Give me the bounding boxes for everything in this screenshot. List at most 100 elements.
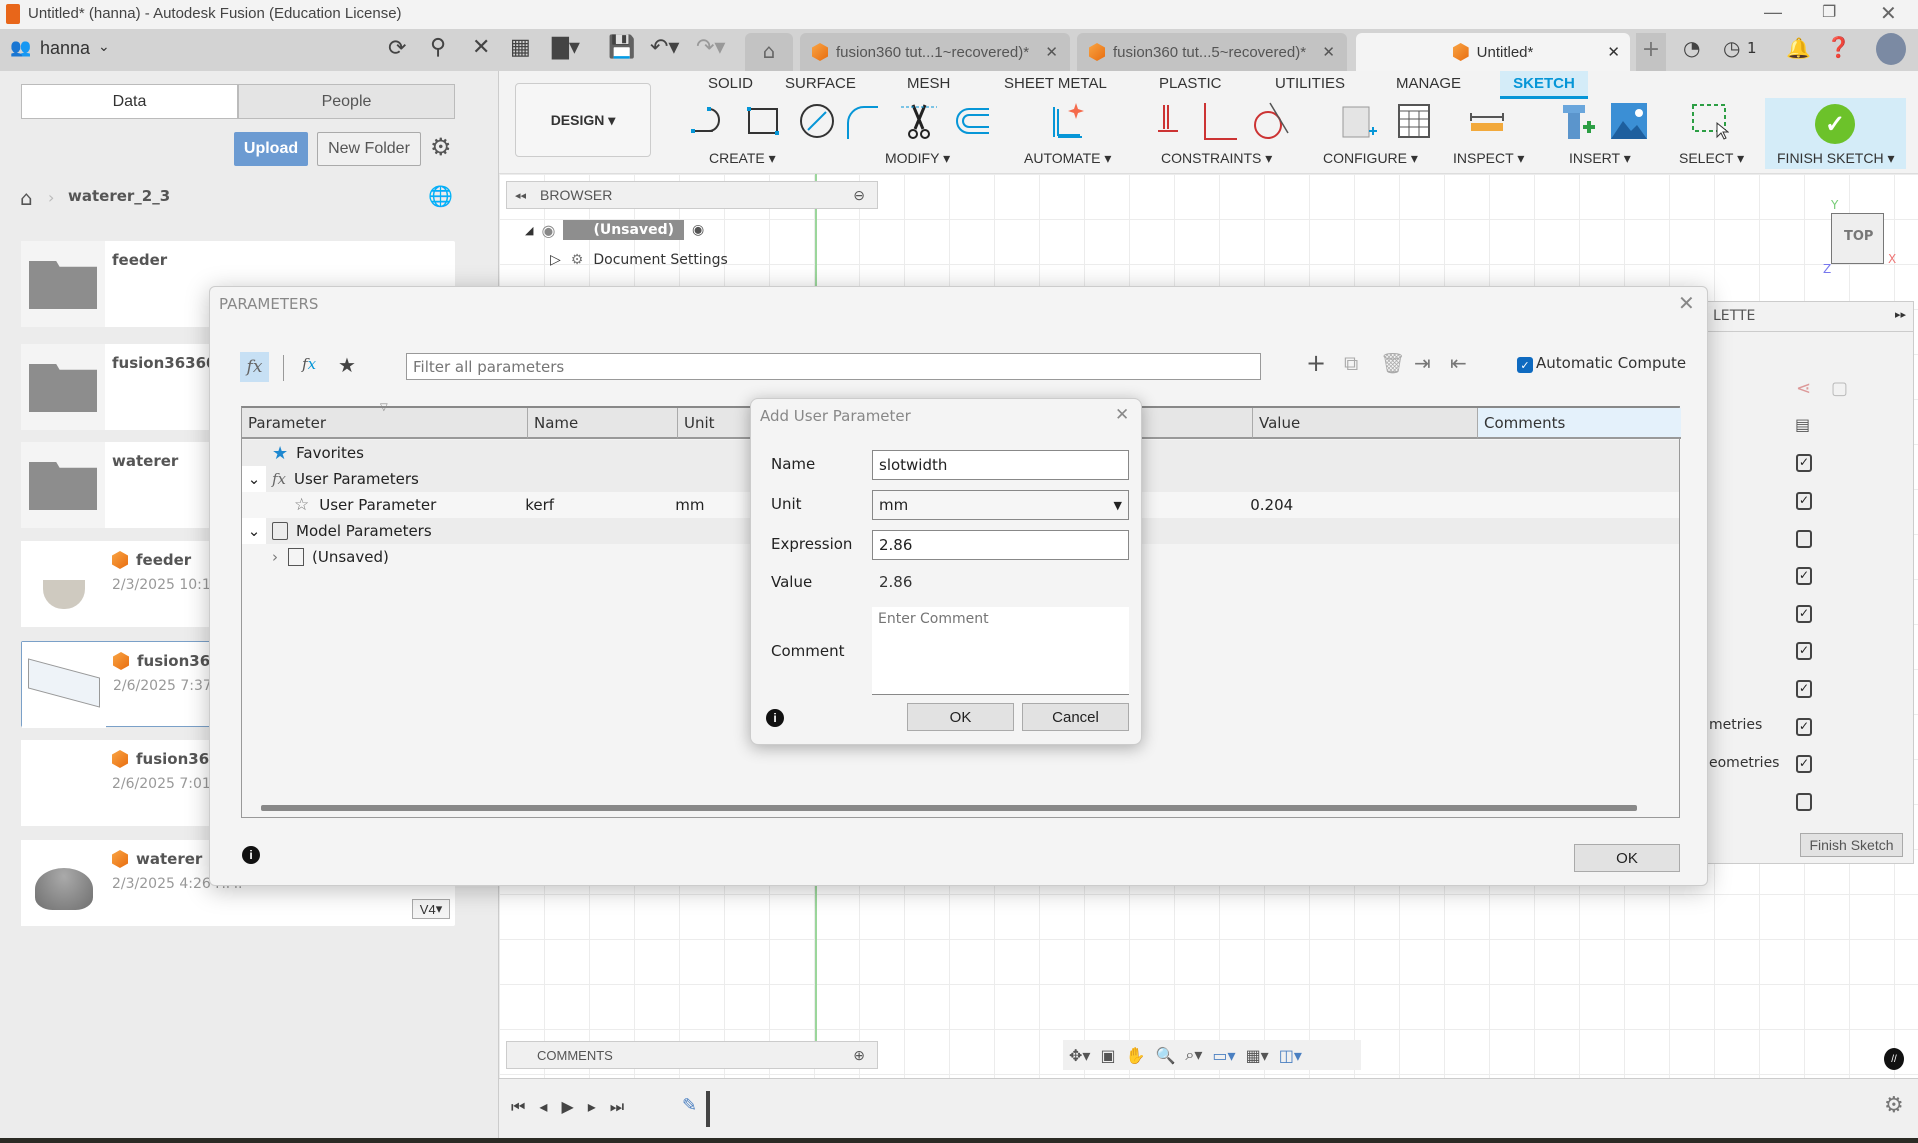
file-menu-icon[interactable]: ▇▾ <box>552 35 580 60</box>
collapse-icon[interactable]: ◂◂ <box>515 189 526 202</box>
favorites-filter-icon[interactable]: ★ <box>338 353 356 377</box>
configure-table-icon[interactable] <box>1395 101 1435 141</box>
redo-icon[interactable]: ↷▾ <box>696 35 725 60</box>
expand-icon[interactable]: ▷ <box>550 252 561 268</box>
eye-icon[interactable]: ◉ <box>541 221 555 240</box>
tab-sketch[interactable]: SKETCH <box>1500 71 1588 99</box>
group-finish-sketch[interactable]: FINISH SKETCH ▾ <box>1777 150 1895 167</box>
palette-checkbox[interactable]: ✓ <box>1796 642 1812 660</box>
tab-manage[interactable]: MANAGE <box>1396 75 1461 92</box>
pan-hand-icon[interactable]: ✋ <box>1126 1046 1146 1065</box>
search-icon[interactable]: ⚲ <box>430 35 446 60</box>
orbit-icon[interactable]: ✥▾ <box>1069 1046 1090 1065</box>
grid-apps-icon[interactable]: ▦ <box>510 35 531 60</box>
help-icon[interactable]: ❓ <box>1826 35 1851 59</box>
cell-name[interactable]: kerf <box>525 496 675 514</box>
grid-settings-icon[interactable]: ▦▾ <box>1246 1046 1269 1065</box>
horizontal-scrollbar[interactable] <box>261 805 1637 811</box>
name-input[interactable] <box>872 450 1129 480</box>
import-icon[interactable]: ⇥ <box>1414 351 1431 375</box>
tab-sheet-metal[interactable]: SHEET METAL <box>1004 75 1107 92</box>
home-icon[interactable]: ⌂ <box>20 186 33 210</box>
group-select[interactable]: SELECT ▾ <box>1679 150 1744 167</box>
expression-input[interactable] <box>872 530 1129 560</box>
info-icon[interactable]: i <box>766 709 784 727</box>
workspace-switcher[interactable]: DESIGN ▾ <box>515 83 651 157</box>
tangent-constraint-icon[interactable] <box>1250 101 1290 141</box>
browser-item-document-settings[interactable]: ▷ ⚙ Document Settings <box>550 248 728 272</box>
doc-tab-2[interactable]: fusion360 tut...5~recovered)* ✕ <box>1077 33 1347 71</box>
skip-end-icon[interactable]: ⏭ <box>610 1097 624 1117</box>
tab-people[interactable]: People <box>238 84 455 119</box>
close-dialog-button[interactable]: ✕ <box>1115 405 1129 425</box>
close-tab-icon[interactable]: ✕ <box>1322 43 1335 61</box>
automatic-compute-checkbox[interactable]: ✓ <box>1517 357 1533 373</box>
close-tab-icon[interactable]: ✕ <box>1607 43 1620 61</box>
viewcube-face[interactable]: TOP <box>1844 229 1873 244</box>
step-back-icon[interactable]: ◂ <box>539 1097 547 1117</box>
insert-bolt-icon[interactable] <box>1557 101 1597 141</box>
filter-parameters-input[interactable] <box>406 353 1261 380</box>
group-automate[interactable]: AUTOMATE ▾ <box>1024 150 1111 167</box>
gear-icon[interactable]: ⚙ <box>430 133 452 161</box>
column-header-comments[interactable]: Comments <box>1478 408 1681 439</box>
undo-icon[interactable]: ↶▾ <box>650 35 679 60</box>
minimize-button[interactable]: — <box>1764 2 1782 23</box>
circle-tool-icon[interactable] <box>797 101 837 141</box>
chevron-down-icon[interactable]: ⌄ <box>98 39 110 55</box>
palette-checkbox[interactable]: ✓ <box>1796 755 1812 773</box>
browser-root-node[interactable]: ◢ ◉ (Unsaved) ◉ <box>525 218 704 242</box>
zoom-icon[interactable]: 🔍 <box>1155 1046 1175 1065</box>
group-insert[interactable]: INSERT ▾ <box>1569 150 1631 167</box>
palette-checkbox[interactable] <box>1796 530 1812 548</box>
avatar[interactable] <box>1876 33 1906 65</box>
close-tab-icon[interactable]: ✕ <box>1045 43 1058 61</box>
sketch-status-icon[interactable]: // <box>1884 1048 1904 1070</box>
group-inspect[interactable]: INSPECT ▾ <box>1453 150 1524 167</box>
ok-button[interactable]: OK <box>1574 844 1680 872</box>
save-icon[interactable]: 💾 <box>608 35 635 60</box>
job-status-icon[interactable]: ◷ <box>1723 36 1740 60</box>
home-tab[interactable]: ⌂ <box>745 33 793 71</box>
tab-utilities[interactable]: UTILITIES <box>1275 75 1345 92</box>
palette-checkbox[interactable]: ✓ <box>1796 567 1812 585</box>
play-icon[interactable]: ▶ <box>561 1097 573 1117</box>
viewports-icon[interactable]: ◫▾ <box>1279 1046 1302 1065</box>
look-at-icon[interactable]: ▣ <box>1100 1046 1115 1065</box>
tab-data[interactable]: Data <box>21 84 238 119</box>
version-badge[interactable]: V4 ▾ <box>412 899 450 919</box>
close-dialog-button[interactable]: ✕ <box>1678 291 1695 315</box>
extensions-icon[interactable]: ◔ <box>1683 36 1700 60</box>
comment-textarea[interactable] <box>872 607 1129 695</box>
palette-checkbox[interactable]: ✓ <box>1796 492 1812 510</box>
user-parameters-filter-icon[interactable]: fx <box>302 355 316 373</box>
select-icon[interactable] <box>1689 101 1729 141</box>
rectangle-tool-icon[interactable] <box>743 101 783 141</box>
chevron-right-icon[interactable]: › <box>272 548 278 566</box>
zoom-window-icon[interactable]: ⌕▾ <box>1185 1045 1202 1065</box>
timeline-marker[interactable] <box>706 1091 710 1127</box>
globe-icon[interactable]: 🌐 <box>428 184 453 208</box>
unit-select[interactable]: mm ▼ <box>872 490 1129 520</box>
add-comment-icon[interactable]: ⊕ <box>853 1047 865 1064</box>
group-configure[interactable]: CONFIGURE ▾ <box>1323 150 1418 167</box>
palette-checkbox[interactable]: ✓ <box>1796 680 1812 698</box>
calendar-icon[interactable]: ▤ <box>1795 415 1810 434</box>
coincident-constraint-icon[interactable] <box>1150 101 1190 141</box>
minus-circle-icon[interactable]: ⊖ <box>853 187 865 204</box>
browser-panel-header[interactable]: ◂◂ BROWSER ⊖ <box>506 181 878 209</box>
notifications-icon[interactable]: 🔔 <box>1786 36 1811 60</box>
close-window-button[interactable]: ✕ <box>1880 1 1897 26</box>
upload-button[interactable]: Upload <box>234 132 308 166</box>
configure-box-icon[interactable] <box>1339 101 1379 141</box>
tab-surface[interactable]: SURFACE <box>785 75 856 92</box>
palette-finish-sketch-button[interactable]: Finish Sketch <box>1800 833 1903 857</box>
tab-plastic[interactable]: PLASTIC <box>1159 75 1222 92</box>
group-create[interactable]: CREATE ▾ <box>709 150 776 167</box>
column-header-name[interactable]: Name <box>528 408 678 439</box>
restore-button[interactable]: ❐ <box>1822 2 1836 22</box>
perpendicular-constraint-icon[interactable] <box>1199 101 1239 141</box>
tab-solid[interactable]: SOLID <box>708 75 753 92</box>
chevron-down-icon[interactable]: ⌄ <box>242 466 266 492</box>
comments-panel-header[interactable]: COMMENTS ⊕ <box>506 1041 878 1069</box>
